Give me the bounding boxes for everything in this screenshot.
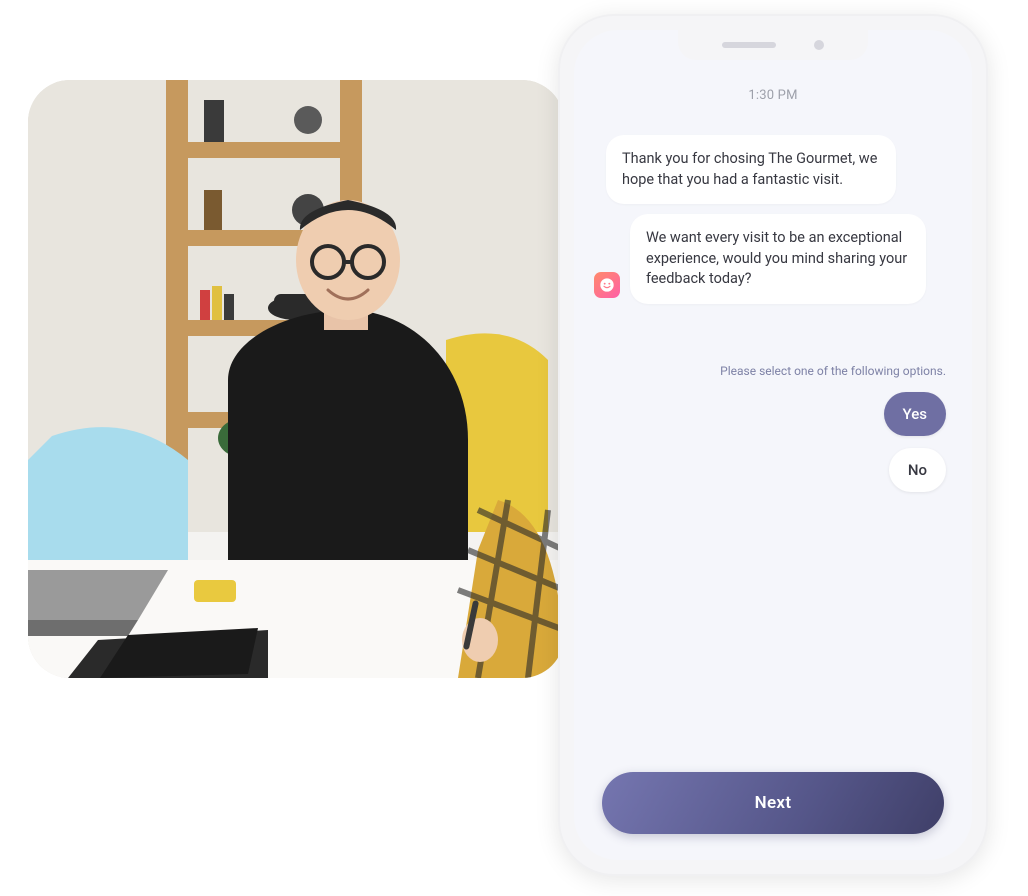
message-bubble: We want every visit to be an exceptional…	[630, 214, 926, 304]
photo-illustration	[28, 80, 564, 678]
statusbar-time: 1:30 PM	[574, 88, 972, 103]
message-bubble: Thank you for chosing The Gourmet, we ho…	[606, 135, 896, 204]
message-text: Thank you for chosing The Gourmet, we ho…	[622, 150, 877, 188]
option-yes[interactable]: Yes	[884, 392, 946, 436]
option-prompt: Please select one of the following optio…	[594, 364, 946, 378]
speaker-grille	[722, 42, 776, 48]
smile-icon	[599, 277, 615, 293]
phone-mockup: 1:30 PM Thank you for chosing The Gourme…	[558, 14, 988, 876]
phone-screen: 1:30 PM Thank you for chosing The Gourme…	[574, 30, 972, 860]
message-text: We want every visit to be an exceptional…	[646, 229, 907, 287]
phone-notch	[678, 30, 868, 60]
bot-avatar	[594, 272, 620, 298]
front-camera	[814, 40, 824, 50]
option-no[interactable]: No	[889, 448, 946, 492]
option-list: Yes No	[594, 392, 946, 492]
background-photo	[28, 80, 564, 678]
chat-thread: Thank you for chosing The Gourmet, we ho…	[594, 135, 952, 492]
next-button[interactable]: Next	[602, 772, 944, 834]
